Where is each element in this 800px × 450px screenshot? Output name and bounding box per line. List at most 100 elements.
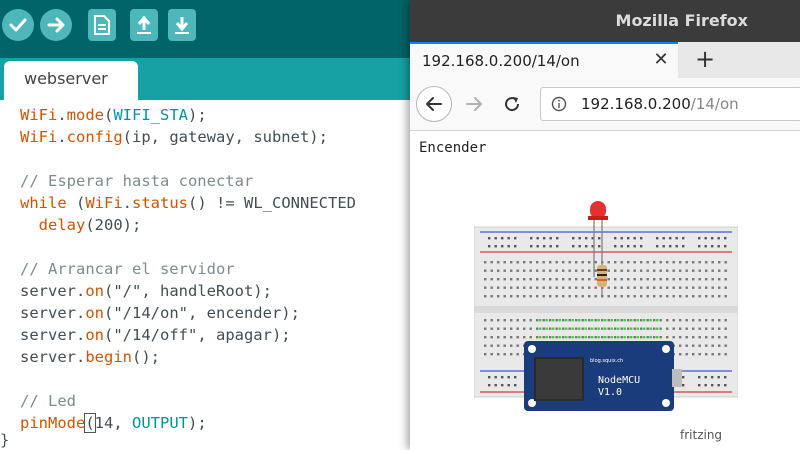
breadboard-hole	[630, 319, 633, 322]
code-token: OUTPUT	[132, 414, 188, 432]
breadboard-hole	[572, 245, 575, 248]
breadboard-hole	[585, 237, 588, 240]
breadboard-hole	[484, 295, 487, 298]
breadboard-hole	[503, 278, 506, 281]
code-token: delay	[38, 216, 86, 234]
breadboard-hole	[692, 286, 695, 289]
breadboard-hole	[523, 286, 526, 289]
code-line[interactable]: while (WiFi.status() != WL_CONNECTED	[20, 192, 356, 214]
breadboard-hole	[633, 327, 636, 330]
checkmark-icon	[9, 18, 27, 32]
breadboard-hole	[558, 327, 561, 330]
code-line[interactable]: // Esperar hasta conectar	[20, 170, 253, 192]
code-line[interactable]: server.on("/14/on", encender);	[20, 302, 300, 324]
breadboard-hole	[649, 319, 652, 322]
breadboard-hole	[562, 261, 565, 264]
breadboard-hole	[501, 237, 504, 240]
code-token: .	[57, 128, 67, 146]
breadboard-hole	[490, 319, 493, 322]
code-line[interactable]: // Arrancar el servidor	[20, 258, 235, 280]
fritzing-breadboard-image: blog.squix.ch NodeMCU V1.0 fritzing	[474, 201, 738, 442]
save-button[interactable]	[168, 9, 196, 41]
firefox-navigation-bar: 192.168.0.200/14/on	[410, 78, 800, 131]
breadboard-hole	[711, 353, 714, 356]
breadboard-hole	[607, 261, 610, 264]
breadboard-hole	[692, 319, 695, 322]
breadboard-hole	[549, 336, 552, 339]
info-icon[interactable]	[551, 96, 567, 112]
breadboard-hole	[646, 319, 649, 322]
breadboard-hole	[653, 336, 656, 339]
breadboard-hole	[623, 327, 626, 330]
breadboard-hole	[497, 261, 500, 264]
code-line[interactable]: delay(200);	[20, 214, 142, 236]
breadboard-hole	[503, 319, 506, 322]
breadboard-hole	[640, 295, 643, 298]
breadboard-hole	[542, 319, 545, 322]
breadboard-hole	[529, 319, 532, 322]
breadboard-hole	[718, 286, 721, 289]
back-button[interactable]	[416, 86, 452, 122]
breadboard-hole	[640, 286, 643, 289]
save-arrow-down-icon	[175, 17, 189, 34]
breadboard-hole	[614, 295, 617, 298]
board-small-text: blog.squix.ch	[590, 358, 623, 364]
new-sketch-button[interactable]	[88, 9, 116, 41]
breadboard-hole	[536, 319, 539, 322]
address-bar[interactable]: 192.168.0.200/14/on	[540, 87, 800, 121]
code-token: // Led	[20, 392, 76, 410]
breadboard-hole	[718, 344, 721, 347]
breadboard-hole	[497, 327, 500, 330]
breadboard-hole	[633, 319, 636, 322]
breadboard-hole	[614, 327, 617, 330]
tab-active[interactable]: 192.168.0.200/14/on ✕	[410, 42, 678, 78]
breadboard-hole	[653, 319, 656, 322]
reload-button[interactable]	[500, 92, 524, 116]
code-token: ("/", handleRoot);	[104, 282, 272, 300]
new-tab-button[interactable]: +	[688, 42, 722, 78]
breadboard-hole	[594, 327, 597, 330]
code-token: WiFi	[20, 128, 58, 146]
breadboard-hole	[627, 261, 630, 264]
code-line[interactable]: WiFi.mode(WIFI_STA);	[20, 104, 207, 126]
breadboard-hole	[711, 384, 714, 387]
breadboard-hole	[581, 336, 584, 339]
tab-webserver[interactable]: webserver	[4, 61, 138, 100]
breadboard-hole	[718, 336, 721, 339]
breadboard-hole	[724, 336, 727, 339]
close-icon[interactable]: ✕	[650, 49, 672, 71]
breadboard-hole	[529, 269, 532, 272]
verify-button[interactable]	[2, 9, 34, 41]
breadboard-hole	[659, 336, 662, 339]
code-token: WiFi	[85, 194, 123, 212]
breadboard-hole	[640, 319, 643, 322]
breadboard-hole	[530, 245, 533, 248]
breadboard-hole	[594, 278, 597, 281]
breadboard-hole	[614, 286, 617, 289]
breadboard-hole	[698, 261, 701, 264]
breadboard-hole	[653, 269, 656, 272]
breadboard-hole	[601, 295, 604, 298]
fritzing-label: fritzing	[680, 428, 722, 442]
breadboard-hole	[503, 295, 506, 298]
breadboard-hole	[620, 269, 623, 272]
breadboard-hole	[685, 278, 688, 281]
code-line[interactable]: // Led	[20, 390, 76, 412]
breadboard-hole	[516, 344, 519, 347]
code-line[interactable]: pinMode(14, OUTPUT);	[20, 412, 207, 434]
breadboard-hole	[529, 261, 532, 264]
forward-button[interactable]	[462, 92, 486, 116]
code-line[interactable]: server.on("/", handleRoot);	[20, 280, 272, 302]
open-button[interactable]	[130, 9, 158, 41]
code-line[interactable]: server.begin();	[20, 346, 160, 368]
upload-button[interactable]	[40, 9, 72, 41]
breadboard-hole	[656, 327, 659, 330]
breadboard-hole	[484, 278, 487, 281]
code-line[interactable]: server.on("/14/off", apagar);	[20, 324, 291, 346]
new-file-icon	[94, 15, 110, 35]
code-line[interactable]: WiFi.config(ip, gateway, subnet);	[20, 126, 328, 148]
code-token: (	[84, 413, 96, 433]
breadboard-hole	[510, 319, 513, 322]
breadboard-hole	[494, 245, 497, 248]
breadboard-hole	[542, 327, 545, 330]
